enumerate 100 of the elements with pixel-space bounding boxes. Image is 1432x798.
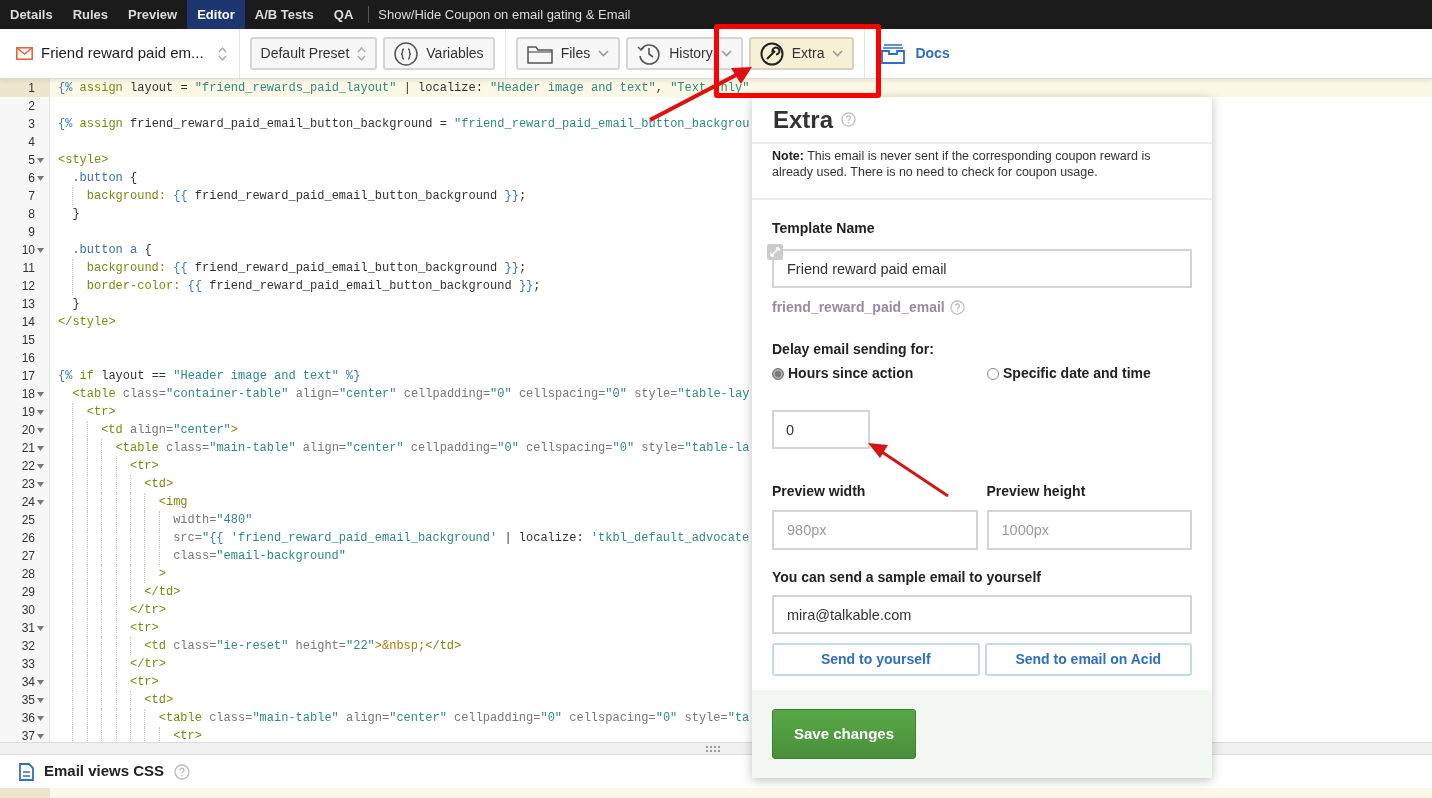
fold-icon[interactable]	[36, 247, 44, 253]
line-number: 2	[28, 98, 35, 115]
fold-icon[interactable]	[36, 481, 44, 487]
email-field[interactable]: mira@talkable.com	[772, 595, 1192, 634]
line-number: 1	[28, 80, 35, 97]
field-label: Preview height	[986, 482, 1087, 501]
line-number: 14	[21, 314, 35, 331]
fold-icon[interactable]	[36, 445, 44, 451]
fold-icon[interactable]	[36, 157, 44, 163]
template-name-field[interactable]: Friend reward paid email	[772, 249, 1192, 288]
code-line: .button {	[71, 170, 138, 187]
code-line: <td>	[50, 475, 174, 493]
line-number: 17	[21, 368, 35, 385]
code-line: <td>	[50, 691, 174, 709]
line-number: 36	[21, 710, 35, 727]
template-selector[interactable]: Friend reward paid em...	[0, 29, 239, 78]
nav-tab[interactable]: Preview	[118, 0, 188, 29]
line-number: 35	[21, 692, 35, 709]
fold-icon[interactable]	[36, 499, 44, 505]
radio-option[interactable]: Specific date and time	[987, 363, 1151, 384]
code-line: <tr>	[50, 673, 159, 691]
code-line: <tr>	[50, 403, 116, 421]
tray-icon	[881, 43, 906, 64]
line-number: 4	[28, 134, 35, 151]
fold-icon[interactable]	[36, 625, 44, 631]
panel-title: Extra	[773, 104, 834, 135]
field-label: You can send a sample email to yourself	[772, 568, 1042, 587]
caret-icon	[598, 50, 610, 57]
code-line: background: {{ friend_reward_paid_email_button_background }};	[50, 187, 527, 205]
nav-tab[interactable]: Editor	[187, 0, 245, 29]
toolbar-button[interactable]: History	[626, 37, 743, 70]
fold-icon[interactable]	[36, 427, 44, 433]
fold-icon[interactable]	[36, 715, 44, 721]
nav-tab[interactable]: A/B Tests	[244, 0, 324, 29]
toolbar-button[interactable]: Files	[515, 37, 621, 70]
nav-tab[interactable]: Details	[0, 0, 63, 29]
code-line: src="{{ 'friend_reward_paid_email_background' | localize: 'tkbl_default_advocate	[50, 529, 750, 547]
radio-option[interactable]: Hours since action	[772, 363, 987, 384]
docs-link[interactable]: Docs	[881, 43, 950, 64]
line-number: 16	[21, 350, 35, 367]
radio-icon[interactable]	[987, 367, 999, 380]
line-number: 15	[21, 332, 35, 349]
code-line: >	[50, 565, 166, 583]
page-title: Show/Hide Coupon on email gating & Email	[377, 6, 632, 24]
nav-tab[interactable]: Rules	[62, 0, 119, 29]
code-line: {% if layout == "Header image and text" %}	[57, 368, 361, 385]
toolbar-button[interactable]: Variables	[383, 37, 495, 70]
toolbar-button[interactable]: Extra	[748, 37, 855, 70]
fold-icon[interactable]	[36, 409, 44, 415]
code-line: <table class="main-table" align="center" cellpadding="0" cellspacing="0" style="ta	[50, 709, 750, 727]
fold-icon[interactable]	[36, 679, 44, 685]
up-down-icon	[357, 45, 367, 62]
fold-icon[interactable]	[36, 697, 44, 703]
wrench-icon	[759, 41, 784, 66]
braces-icon	[394, 41, 419, 66]
fold-icon[interactable]	[36, 175, 44, 181]
fold-icon[interactable]	[36, 391, 44, 397]
send-button[interactable]: Send to email on Acid	[984, 643, 1192, 676]
code-line: <img	[50, 493, 188, 511]
hours-field[interactable]: 0	[772, 410, 870, 449]
line-number: 10	[21, 242, 35, 259]
code-line: class="email-background"	[50, 547, 346, 565]
field-label: Template Name	[772, 219, 876, 238]
line-number: 12	[21, 278, 35, 295]
code-line: background: {{ friend_reward_paid_email_button_background }};	[50, 259, 527, 277]
line-number: 33	[21, 656, 35, 673]
line-number: 5	[28, 152, 35, 169]
envelope-icon	[16, 47, 33, 60]
line-number: 31	[21, 620, 35, 637]
caret-icon	[832, 50, 844, 57]
note-text: Note: This email is never sent if the corresponding coupon reward is already used. There is no need to check for coupon usage.	[772, 148, 1152, 180]
grip-icon[interactable]	[706, 745, 720, 752]
line-number: 27	[21, 548, 35, 565]
line-number: 23	[21, 476, 35, 493]
toolbar-button[interactable]: Default Preset	[249, 37, 378, 70]
line-number: 8	[28, 206, 35, 223]
code-line: <table class="main-table" align="center" cellpadding="0" cellspacing="0" style="table-la	[50, 439, 750, 457]
caret-icon	[720, 50, 732, 57]
code-line: }	[71, 206, 80, 223]
preview-height-field[interactable]: 1000px	[986, 510, 1192, 550]
radio-icon[interactable]	[772, 367, 784, 380]
field-label: Preview width	[772, 482, 867, 501]
code-line: <td align="center">	[50, 421, 238, 439]
code-line: <style>	[57, 152, 109, 169]
code-line: <tr>	[50, 457, 159, 475]
fold-icon[interactable]	[36, 733, 44, 739]
code-line: {% assign friend_reward_paid_email_button_background = "friend_reward_paid_email_button_backgrou	[57, 116, 750, 133]
send-button[interactable]: Send to yourself	[772, 643, 980, 676]
fold-icon[interactable]	[36, 463, 44, 469]
preview-width-field[interactable]: 980px	[772, 510, 978, 550]
field-label: Delay email sending for:	[772, 340, 935, 359]
nav-tab[interactable]: QA	[323, 0, 364, 29]
code-line: <tr>	[50, 619, 159, 637]
line-number: 11	[22, 260, 35, 277]
code-line: }	[71, 296, 80, 313]
line-number: 6	[28, 170, 35, 187]
folder-icon	[526, 43, 553, 64]
code-line: .button a {	[71, 242, 152, 259]
code-line: <td class="ie-reset" height="22">&nbsp;</td>	[50, 637, 462, 655]
line-number: 21	[21, 440, 35, 457]
